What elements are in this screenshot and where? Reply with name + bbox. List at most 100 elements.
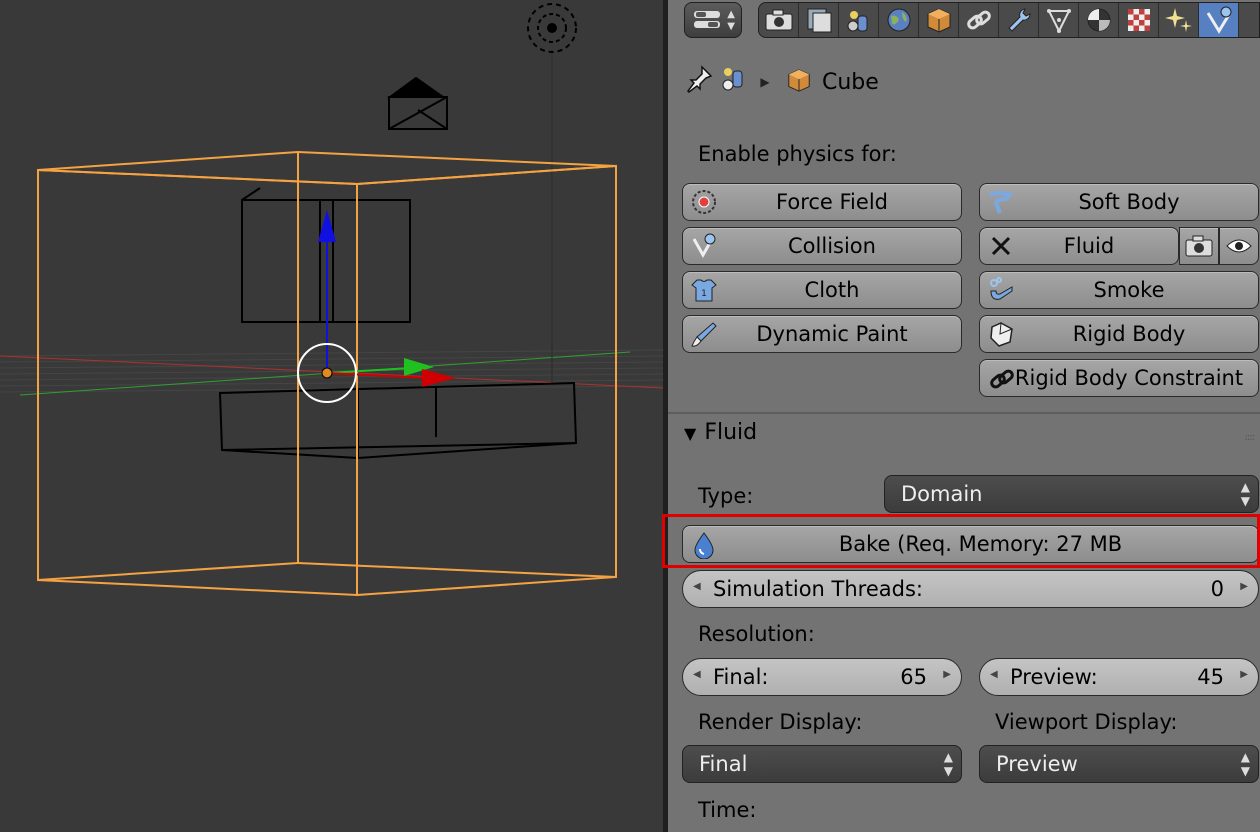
fluid-type-dropdown[interactable]: Domain ▲ ▼ <box>884 475 1259 513</box>
tab-object[interactable] <box>919 3 959 37</box>
world-icon <box>887 8 910 32</box>
properties-editor: ▲ ▼ ▶ Cube Enable physics for: Force Fie… <box>668 0 1260 832</box>
tab-modifiers[interactable] <box>999 3 1039 37</box>
viewport-display-label: Viewport Display: <box>995 710 1178 734</box>
updown-arrows-icon: ▲ ▼ <box>1240 480 1250 508</box>
editor-type-button[interactable]: ▲ ▼ <box>684 2 742 38</box>
lamp-icon[interactable] <box>527 3 577 53</box>
camera-icon <box>1185 235 1213 257</box>
tab-render-layers[interactable] <box>799 3 839 37</box>
collision-icon <box>691 233 717 259</box>
simulation-threads-label: Simulation Threads: <box>713 577 923 601</box>
tab-data[interactable] <box>1039 3 1079 37</box>
decrement-arrow-icon[interactable]: ◀ <box>693 581 701 592</box>
dynamic-paint-brush-icon <box>691 321 717 347</box>
time-label: Time: <box>698 798 757 822</box>
render-display-label: Render Display: <box>698 710 863 734</box>
resolution-label: Resolution: <box>698 622 815 646</box>
camera-object[interactable] <box>386 76 448 130</box>
smoke-button[interactable]: Smoke <box>979 271 1259 309</box>
updown-arrows-icon: ▲ ▼ <box>1240 750 1250 778</box>
physics-icon <box>1206 6 1231 34</box>
decrement-arrow-icon[interactable]: ◀ <box>990 669 998 680</box>
tab-world[interactable] <box>879 3 919 37</box>
preview-resolution-label: Preview: <box>1010 665 1098 689</box>
viewport-display-dropdown[interactable]: Preview ▲ ▼ <box>979 745 1259 783</box>
soft-body-icon <box>988 189 1014 215</box>
viewport-scene <box>0 3 663 597</box>
render-layers-icon <box>807 8 831 33</box>
collapse-triangle-icon: ▼ <box>684 424 697 443</box>
properties-tabs <box>758 2 1260 38</box>
final-resolution-label: Final: <box>713 665 769 689</box>
properties-tab-bar: ▲ ▼ <box>668 0 1260 46</box>
fluid-viewport-toggle[interactable] <box>1219 227 1259 265</box>
rigid-body-button[interactable]: Rigid Body <box>979 315 1259 353</box>
constraint-chain-icon <box>966 10 991 30</box>
soft-body-label: Soft Body <box>1078 190 1180 214</box>
breadcrumb-object-name: Cube <box>822 69 879 95</box>
preview-resolution-field[interactable]: ◀ Preview: 45 ▶ <box>979 658 1259 696</box>
wrench-icon <box>1007 8 1031 32</box>
tab-render[interactable] <box>759 3 799 37</box>
fluid-render-toggle[interactable] <box>1179 227 1219 265</box>
lower-wireframe-slab[interactable] <box>218 381 578 459</box>
editor-type-updown-icon: ▲ ▼ <box>727 9 735 32</box>
viewport-display-value: Preview <box>996 752 1078 776</box>
final-resolution-field[interactable]: ◀ Final: 65 ▶ <box>682 658 962 696</box>
panel-separator <box>668 412 1260 414</box>
render-display-value: Final <box>699 752 748 776</box>
type-label: Type: <box>698 484 754 508</box>
decrement-arrow-icon[interactable]: ◀ <box>693 669 701 680</box>
fluid-panel-header[interactable]: ▼ Fluid <box>684 420 757 445</box>
cloth-button[interactable]: 1 Cloth <box>682 271 962 309</box>
scene-icon <box>847 11 867 32</box>
object-cube-icon <box>927 8 950 33</box>
simulation-threads-field[interactable]: ◀ Simulation Threads: 0 ▶ <box>682 570 1259 608</box>
simulation-threads-value: 0 <box>1210 577 1224 601</box>
fluid-button[interactable]: Fluid <box>979 227 1179 265</box>
texture-checker-icon <box>1127 9 1150 31</box>
soft-body-button[interactable]: Soft Body <box>979 183 1259 221</box>
increment-arrow-icon[interactable]: ▶ <box>1240 581 1248 592</box>
fluid-panel-title: Fluid <box>704 420 758 445</box>
bake-highlight-box <box>662 514 1260 568</box>
fluid-type-value: Domain <box>901 482 983 506</box>
tab-scene[interactable] <box>839 3 879 37</box>
force-field-button[interactable]: Force Field <box>682 183 962 221</box>
tab-material[interactable] <box>1079 3 1119 37</box>
rigid-body-label: Rigid Body <box>1072 322 1186 346</box>
increment-arrow-icon[interactable]: ▶ <box>943 669 951 680</box>
final-resolution-value: 65 <box>900 665 927 689</box>
tab-constraints[interactable] <box>959 3 999 37</box>
tab-texture[interactable] <box>1119 3 1159 37</box>
pin-icon[interactable] <box>684 64 720 100</box>
breadcrumb-arrow-icon: ▶ <box>760 75 770 89</box>
mesh-data-icon <box>1046 9 1071 34</box>
material-sphere-icon <box>1087 8 1110 32</box>
render-display-dropdown[interactable]: Final ▲ ▼ <box>682 745 962 783</box>
constraint-chain-icon <box>988 365 1014 391</box>
increment-arrow-icon[interactable]: ▶ <box>1240 669 1248 680</box>
eye-icon <box>1226 239 1252 253</box>
fluid-label: Fluid <box>1063 234 1115 258</box>
force-field-icon <box>691 189 717 215</box>
camera-icon <box>765 9 792 31</box>
particles-sparkle-icon <box>1164 8 1192 32</box>
tab-physics[interactable] <box>1199 3 1239 37</box>
collision-button[interactable]: Collision <box>682 227 962 265</box>
transform-manipulator[interactable] <box>297 210 456 403</box>
editor-type-icon <box>693 9 723 31</box>
dynamic-paint-button[interactable]: Dynamic Paint <box>682 315 962 353</box>
object-cube-icon <box>786 66 814 98</box>
rigid-body-constraint-label: Rigid Body Constraint <box>1014 366 1244 390</box>
3d-viewport[interactable] <box>0 0 663 832</box>
force-field-label: Force Field <box>776 190 888 214</box>
cloth-icon: 1 <box>691 277 717 303</box>
rigid-body-constraint-button[interactable]: Rigid Body Constraint <box>979 359 1259 397</box>
panel-grip-icon[interactable]: :::: <box>1245 432 1256 443</box>
tab-particles[interactable] <box>1159 3 1199 37</box>
remove-x-icon[interactable] <box>988 233 1014 259</box>
collision-label: Collision <box>788 234 876 258</box>
rigid-body-icon <box>988 321 1014 347</box>
